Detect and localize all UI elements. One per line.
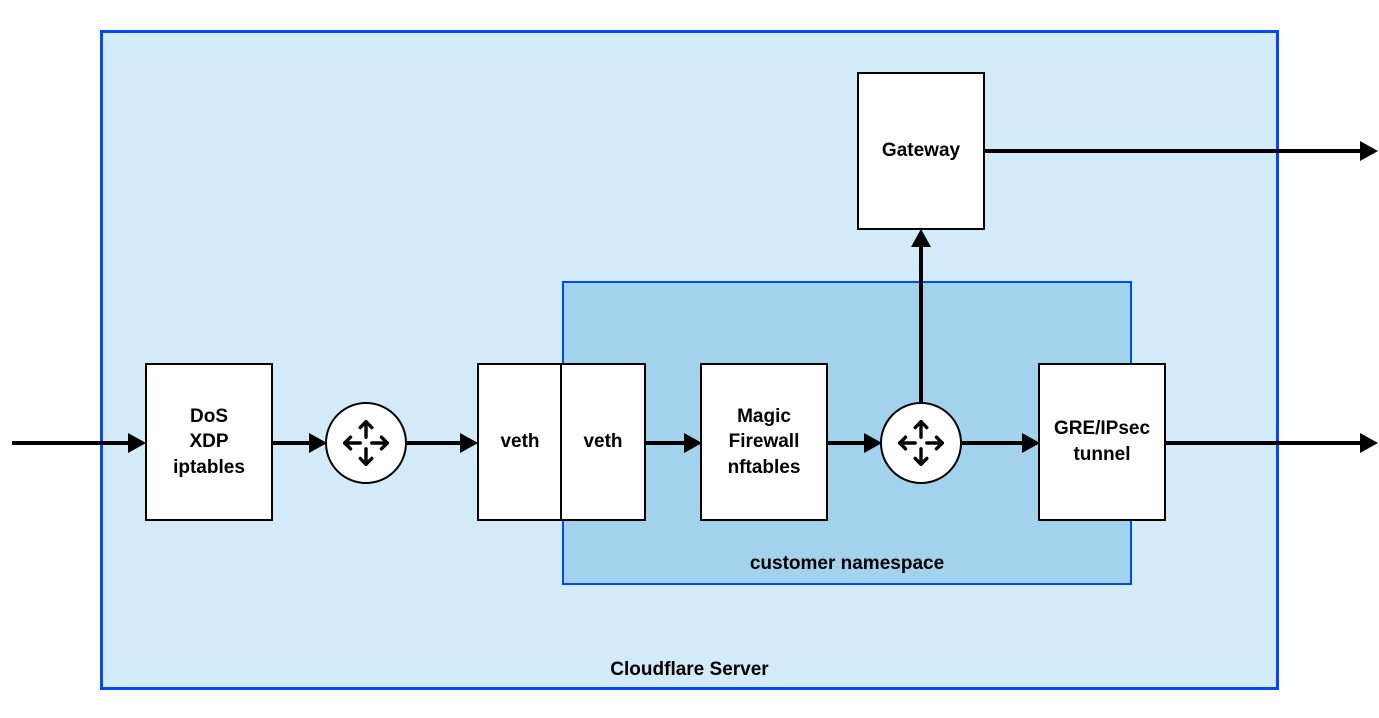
arrowhead-icon [1022, 433, 1040, 453]
customer-namespace-label: customer namespace [564, 553, 1130, 575]
magic-firewall-box: Magic Firewall nftables [700, 363, 828, 521]
arrowhead-icon [460, 433, 478, 453]
arrow-magicfw-to-router2 [828, 441, 866, 445]
gateway-box: Gateway [857, 72, 985, 230]
veth-box-2: veth [560, 363, 646, 521]
cloudflare-server-container: Cloudflare Server customer namespace [100, 30, 1279, 690]
arrow-router1-to-veth [407, 441, 462, 445]
arrowhead-icon [128, 433, 146, 453]
router-icon-2 [880, 402, 962, 484]
arrow-veth-to-magicfw [646, 441, 686, 445]
arrowhead-icon [309, 433, 327, 453]
arrowhead-icon [864, 433, 882, 453]
arrowhead-icon [1360, 141, 1378, 161]
arrowhead-icon [684, 433, 702, 453]
arrow-gateway-to-out [985, 149, 1362, 153]
arrow-gre-to-out [1166, 441, 1362, 445]
arrowhead-up-icon [911, 229, 931, 247]
router-arrows-icon [337, 414, 395, 472]
veth-box-1: veth [477, 363, 563, 521]
arrowhead-icon [1360, 433, 1378, 453]
cloudflare-server-label: Cloudflare Server [103, 659, 1276, 681]
gre-ipsec-tunnel-box: GRE/IPsec tunnel [1038, 363, 1166, 521]
arrow-router2-to-gre [962, 441, 1024, 445]
arrow-dos-to-router1 [273, 441, 311, 445]
arrow-in-to-dos [12, 441, 130, 445]
router-arrows-icon [892, 414, 950, 472]
arrow-router2-to-gateway [919, 245, 923, 402]
router-icon-1 [325, 402, 407, 484]
dos-xdp-iptables-box: DoS XDP iptables [145, 363, 273, 521]
